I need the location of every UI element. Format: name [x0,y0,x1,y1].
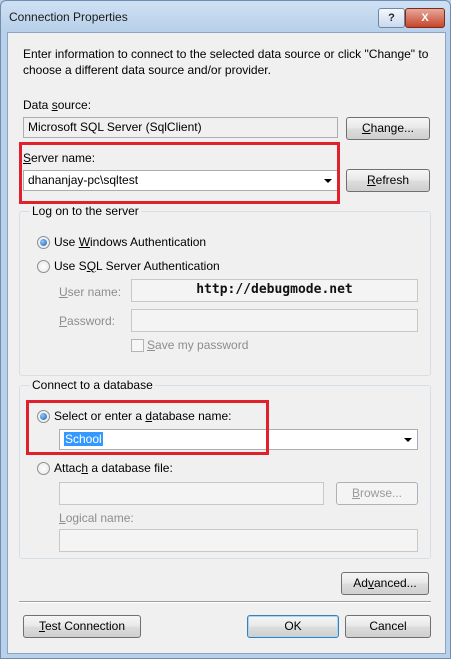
logical-name-label: Logical name: [59,511,134,525]
divider [19,601,431,603]
data-source-field: Microsoft SQL Server (SqlClient) [23,117,338,138]
cancel-button[interactable]: Cancel [345,615,431,638]
password-label: Password: [59,314,116,328]
advanced-button[interactable]: Advanced... [341,572,429,595]
user-name-value: http://debugmode.net [196,282,353,297]
user-name-field[interactable]: http://debugmode.net [131,279,418,302]
highlight-box-database [26,400,269,455]
password-field[interactable] [131,309,418,332]
database-group-label: Connect to a database [30,378,155,392]
refresh-button[interactable]: Refresh [346,169,430,192]
close-button[interactable]: X [405,8,445,28]
attach-file-radio[interactable] [37,462,50,475]
user-name-label: User name: [59,285,122,299]
windows-auth-label[interactable]: Use Windows Authentication [54,235,206,249]
data-source-label: Data source: [23,98,92,112]
sql-auth-label[interactable]: Use SQL Server Authentication [54,259,220,273]
change-button[interactable]: Change... [346,117,430,140]
windows-auth-radio[interactable] [37,236,50,249]
test-connection-button[interactable]: Test Connection [23,615,141,638]
dialog-window: Connection Properties ? X Enter informat… [0,0,451,659]
dialog-body: Enter information to connect to the sele… [7,32,446,654]
attach-file-field[interactable] [59,482,324,505]
description-text: Enter information to connect to the sele… [23,47,429,77]
ok-button[interactable]: OK [247,615,339,638]
logon-group-label: Log on to the server [30,204,141,218]
logical-name-field[interactable] [59,529,418,552]
save-password-checkbox[interactable] [131,339,144,352]
sql-auth-radio[interactable] [37,260,50,273]
browse-button[interactable]: Browse... [336,482,418,505]
save-password-label[interactable]: Save my password [147,338,248,352]
help-button[interactable]: ? [378,8,405,28]
window-title: Connection Properties [9,10,128,24]
attach-file-label[interactable]: Attach a database file: [54,461,173,475]
dropdown-arrow-icon[interactable] [404,438,412,442]
highlight-box-server [19,142,340,204]
